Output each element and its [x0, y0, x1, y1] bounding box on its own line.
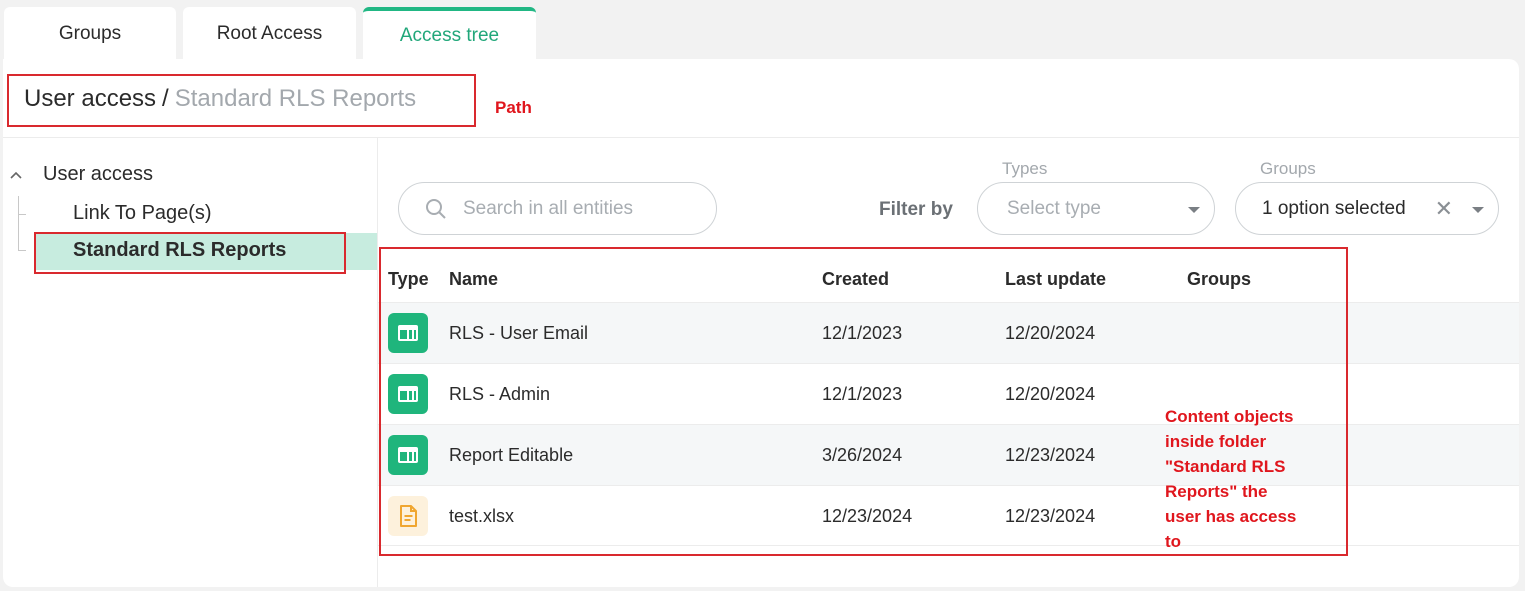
chevron-down-icon[interactable] [1188, 207, 1200, 213]
header-divider [3, 137, 1519, 138]
tree-item-link-to-pages[interactable]: Link To Page(s) [73, 202, 212, 225]
tab-access-tree[interactable]: Access tree [363, 7, 536, 60]
tree-connector [18, 214, 26, 215]
tab-groups[interactable]: Groups [4, 7, 176, 60]
tree-root-label: User access [43, 163, 154, 185]
groups-value: 1 option selected [1262, 197, 1406, 219]
tree-connector [18, 250, 26, 251]
annotation-line: inside folder [1165, 432, 1267, 451]
search-icon [425, 198, 447, 220]
chevron-up-icon[interactable] [9, 167, 29, 183]
groups-select[interactable]: 1 option selected ✕ [1235, 182, 1499, 235]
types-select[interactable]: Select type [977, 182, 1215, 235]
annotation-line: "Standard RLS [1165, 457, 1286, 476]
filter-by-label: Filter by [879, 199, 953, 220]
annotation-selected-box [34, 232, 346, 274]
tree-root[interactable]: User access [9, 163, 153, 186]
annotation-line: Content objects [1165, 407, 1294, 426]
annotation-line: user has access [1165, 507, 1297, 526]
annotation-line: Reports" the [1165, 482, 1268, 501]
search-input[interactable]: Search in all entities [398, 182, 717, 235]
tab-root-access[interactable]: Root Access [183, 7, 356, 60]
clear-icon[interactable]: ✕ [1435, 196, 1453, 222]
search-placeholder: Search in all entities [463, 197, 634, 219]
annotation-path-label: Path [495, 98, 532, 117]
groups-label: Groups [1260, 159, 1316, 178]
annotation-path-box [7, 74, 476, 127]
annotation-content-label: Content objects inside folder "Standard … [1165, 404, 1296, 554]
types-placeholder: Select type [1007, 197, 1101, 219]
annotation-line: to [1165, 532, 1182, 551]
types-label: Types [1002, 159, 1048, 178]
tree-connector [18, 196, 19, 250]
chevron-down-icon[interactable] [1472, 207, 1484, 213]
